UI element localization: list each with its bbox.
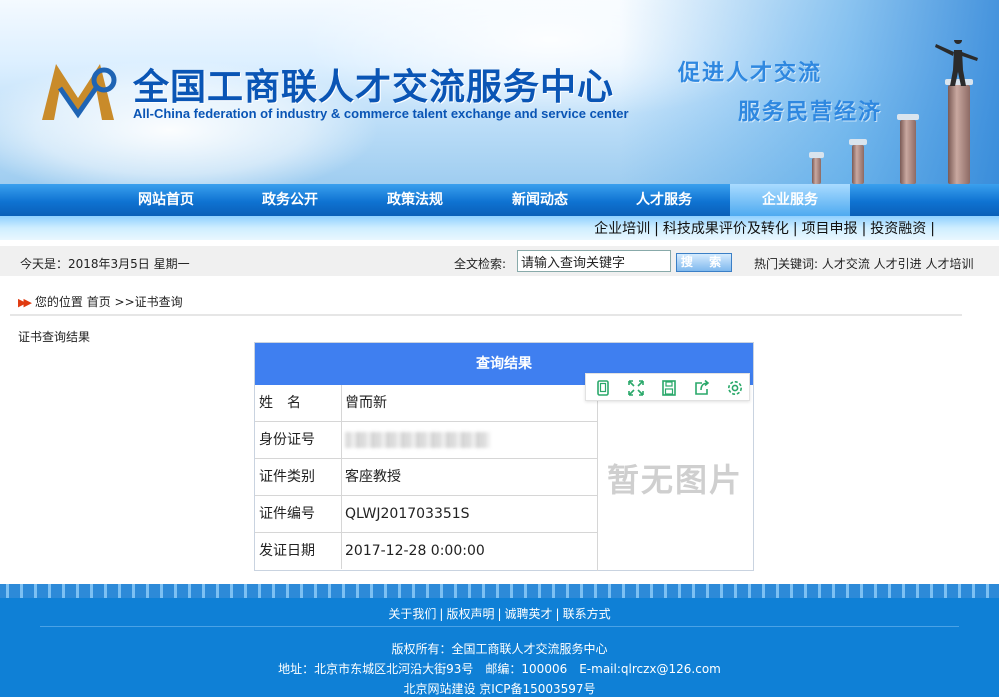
search-button[interactable]: 搜 索 bbox=[676, 253, 732, 272]
footer-links: 关于我们 | 版权声明 | 诚聘英才 | 联系方式 bbox=[0, 605, 999, 622]
subnav-item-training[interactable]: 企业培训 bbox=[594, 221, 650, 237]
search-label: 全文检索: bbox=[454, 257, 507, 271]
row-label: 证件类别 bbox=[255, 459, 342, 495]
section-title: 证书查询结果 bbox=[18, 330, 91, 344]
site-title: 全国工商联人才交流服务中心 bbox=[133, 67, 615, 108]
footer-link-jobs[interactable]: 诚聘英才 bbox=[505, 607, 553, 621]
nav-item-talent[interactable]: 人才服务 bbox=[604, 184, 724, 216]
row-value: 曾而新 bbox=[345, 395, 387, 411]
subnav-item-project[interactable]: 项目申报 bbox=[802, 221, 858, 237]
row-value: 2017-12-28 0:00:00 bbox=[345, 543, 485, 559]
breadcrumb-arrow-icon: ▶▶ bbox=[18, 296, 32, 309]
divider bbox=[10, 314, 962, 316]
subnav-item-tech-evaluation[interactable]: 科技成果评价及转化 bbox=[663, 221, 789, 237]
fullscreen-icon[interactable] bbox=[627, 379, 645, 397]
mobile-icon[interactable] bbox=[594, 379, 612, 397]
footer-border bbox=[0, 584, 999, 598]
nav-item-enterprise[interactable]: 企业服务 bbox=[730, 184, 850, 216]
banner-pillar bbox=[945, 79, 973, 184]
row-label: 证件编号 bbox=[255, 496, 342, 532]
table-row: 证件类别 客座教授 bbox=[255, 459, 597, 496]
slogan-line-2: 服务民营经济 bbox=[738, 99, 883, 125]
save-icon[interactable] bbox=[660, 379, 678, 397]
main-nav: 网站首页 政务公开 政策法规 新闻动态 人才服务 企业服务 bbox=[0, 184, 999, 216]
breadcrumb-text: 您的位置 首页 >>证书查询 bbox=[34, 295, 183, 309]
row-value: 客座教授 bbox=[345, 469, 401, 485]
footer: 关于我们 | 版权声明 | 诚聘英才 | 联系方式 版权所有：全国工商联人才交流服务中心 地… bbox=[0, 598, 999, 697]
subnav-separator: | bbox=[930, 221, 935, 237]
table-row: 发证日期 2017-12-28 0:00:00 bbox=[255, 533, 597, 570]
footer-copyright: 版权所有：全国工商联人才交流服务中心 bbox=[391, 642, 608, 656]
footer-link-copyright[interactable]: 版权声明 bbox=[446, 607, 494, 621]
site-subtitle: All-China federation of industry & comme… bbox=[133, 106, 629, 121]
row-label: 姓 名 bbox=[255, 385, 342, 421]
banner-pillar bbox=[849, 139, 867, 184]
subnav-separator: | bbox=[861, 221, 867, 237]
row-label: 身份证号 bbox=[255, 422, 342, 458]
nav-item-home[interactable]: 网站首页 bbox=[106, 184, 226, 216]
logo-icon bbox=[42, 64, 117, 120]
footer-separator: | bbox=[497, 607, 502, 621]
nav-item-news[interactable]: 新闻动态 bbox=[480, 184, 600, 216]
header-banner: 全国工商联人才交流服务中心 All-China federation of in… bbox=[0, 0, 999, 184]
search-input[interactable] bbox=[517, 250, 671, 272]
slogan-line-1: 促进人才交流 bbox=[678, 60, 823, 86]
statue-icon bbox=[935, 40, 978, 86]
floating-toolbar bbox=[585, 373, 750, 401]
subnav-separator: | bbox=[792, 221, 798, 237]
hot-keywords: 热门关键词: 人才交流 人才引进 人才培训 bbox=[754, 257, 974, 271]
row-label: 发证日期 bbox=[255, 533, 342, 569]
subnav-separator: | bbox=[654, 221, 659, 237]
footer-separator: | bbox=[439, 607, 444, 621]
no-image-placeholder: 暂无图片 bbox=[607, 461, 744, 499]
sub-nav: 企业培训 | 科技成果评价及转化 | 项目申报 | 投资融资 | bbox=[0, 216, 999, 240]
footer-divider bbox=[40, 626, 959, 627]
nav-item-government[interactable]: 政务公开 bbox=[230, 184, 350, 216]
settings-icon[interactable] bbox=[726, 379, 744, 397]
subnav-item-investment[interactable]: 投资融资 bbox=[870, 221, 926, 237]
banner-pillar bbox=[897, 114, 919, 184]
info-bar: 今天是：2018年3月5日 星期一 全文检索: 搜 索 热门关键词: 人才交流 … bbox=[0, 246, 999, 276]
footer-icp: 北京网站建设 京ICP备15003597号 bbox=[403, 682, 596, 696]
footer-link-about[interactable]: 关于我们 bbox=[388, 607, 436, 621]
today-date: 今天是：2018年3月5日 星期一 bbox=[20, 257, 190, 271]
share-icon[interactable] bbox=[693, 379, 711, 397]
banner-pillar bbox=[809, 152, 824, 184]
row-value: QLWJ201703351S bbox=[345, 506, 470, 522]
footer-address: 地址：北京市东城区北河沿大街93号 邮编：100006 E-mail:qlrcz… bbox=[278, 662, 721, 676]
nav-item-policy[interactable]: 政策法规 bbox=[355, 184, 475, 216]
footer-separator: | bbox=[555, 607, 560, 621]
column-divider bbox=[597, 385, 598, 571]
table-row: 证件编号 QLWJ201703351S bbox=[255, 496, 597, 533]
footer-link-contact[interactable]: 联系方式 bbox=[563, 607, 611, 621]
table-row: 姓 名 曾而新 bbox=[255, 385, 597, 422]
breadcrumb: ▶▶ 您的位置 首页 >>证书查询 bbox=[18, 293, 183, 310]
table-row: 身份证号 bbox=[255, 422, 597, 459]
redacted-id-number bbox=[345, 432, 490, 448]
